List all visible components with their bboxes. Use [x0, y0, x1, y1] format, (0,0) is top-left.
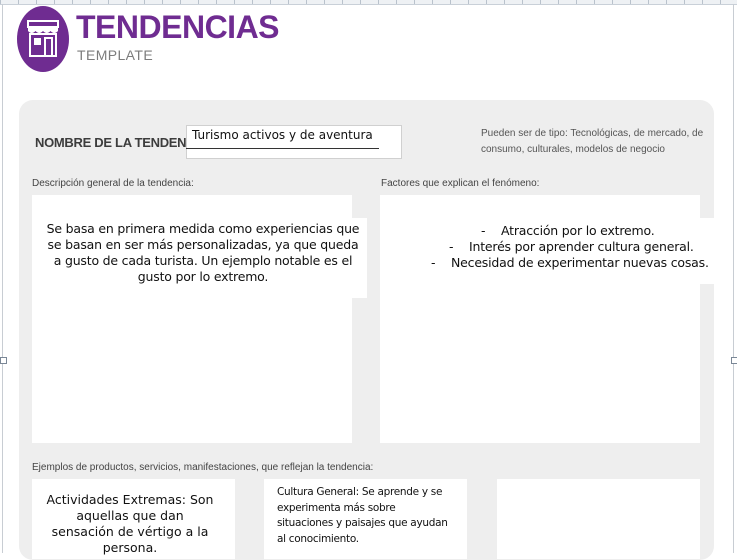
trend-type-hint: Pueden ser de tipo: Tecnológicas, de mer…	[481, 128, 704, 155]
factor-item[interactable]: - Interés por aprender cultura general.	[449, 239, 694, 254]
page-right-border	[733, 4, 734, 553]
example-text[interactable]: Cultura General: Se aprende y se experim…	[277, 485, 452, 547]
horizontal-ruler	[0, 0, 737, 5]
brand-subtitle: TEMPLATE	[77, 47, 154, 63]
description-label: Descripción general de la tendencia:	[32, 178, 194, 189]
storefront-icon	[27, 20, 59, 57]
factor-item[interactable]: - Atracción por lo extremo.	[481, 223, 655, 238]
resize-handle-right[interactable]	[731, 357, 737, 364]
brand-title: TENDENCIAS	[76, 9, 280, 45]
logo-badge	[17, 6, 69, 72]
trend-name-underline	[186, 148, 379, 149]
examples-label: Ejemplos de productos, servicios, manife…	[32, 462, 374, 473]
resize-handle-left[interactable]	[0, 357, 7, 364]
factor-item[interactable]: - Necesidad de experimentar nuevas cosas.	[431, 255, 709, 270]
example-box[interactable]	[497, 479, 700, 559]
description-text[interactable]: Se basa en primera medida como experienc…	[42, 221, 364, 285]
factors-textbox-overflow	[700, 218, 714, 284]
example-text[interactable]: Actividades Extremas: Son aquellas que d…	[44, 492, 216, 556]
page-left-border	[2, 4, 3, 553]
factors-label: Factores que explican el fenómeno:	[381, 178, 540, 189]
trend-name-value[interactable]: Turismo activos y de aventura	[192, 128, 373, 142]
